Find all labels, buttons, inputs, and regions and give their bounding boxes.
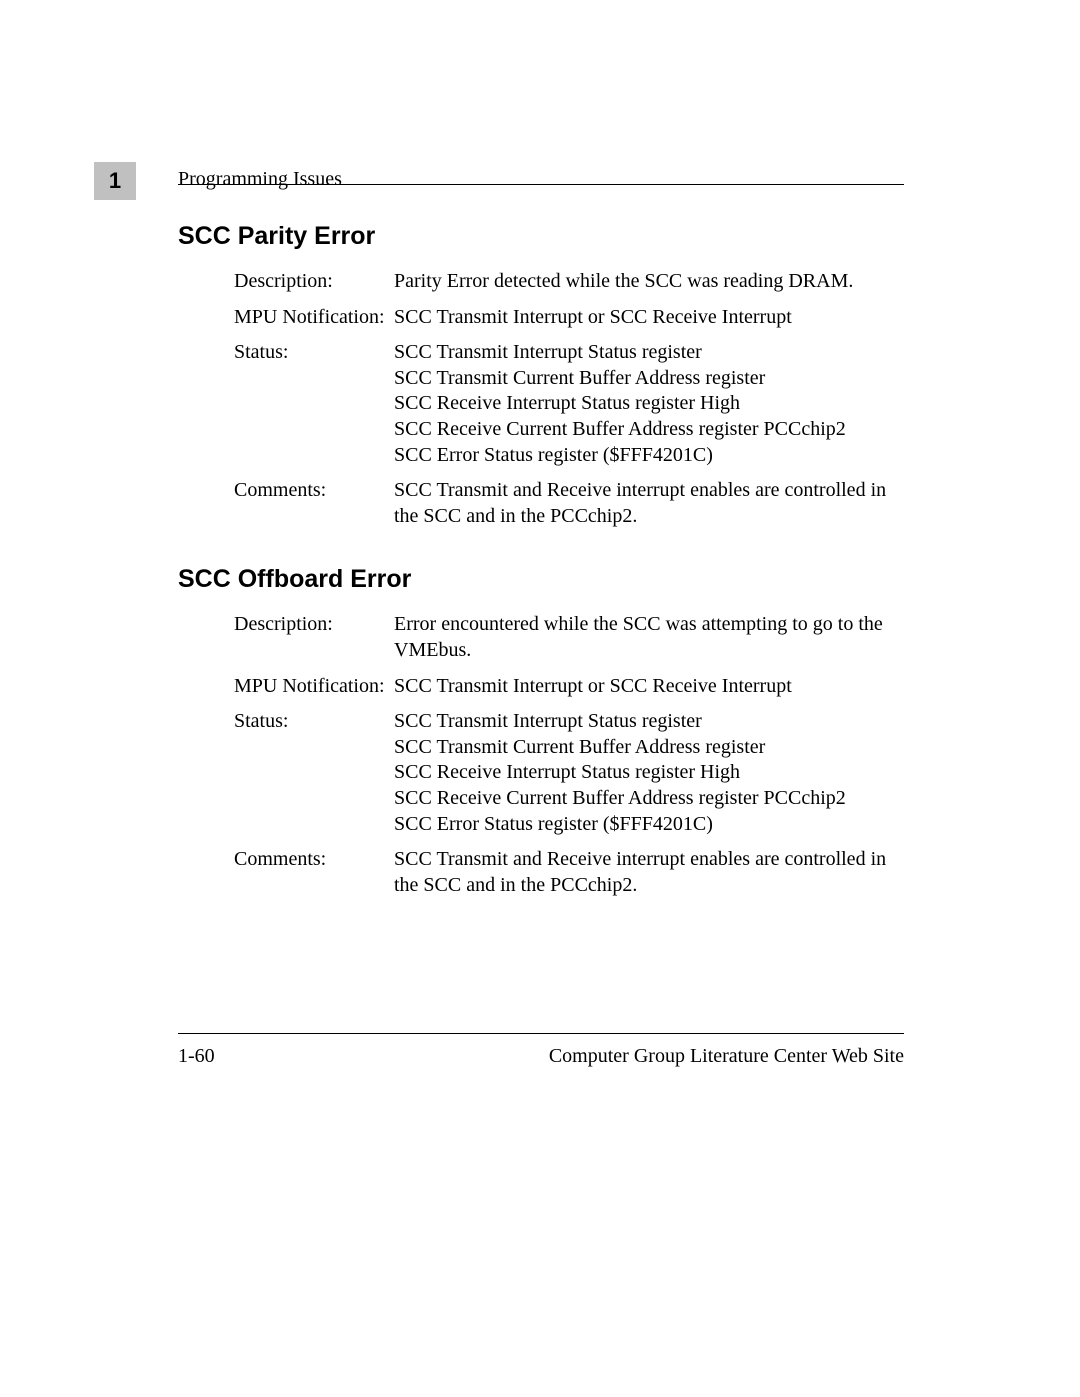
field-label: MPU Notification: [234,674,394,700]
footer-rule [178,1033,904,1034]
value-line: SCC Receive Current Buffer Address regis… [394,417,894,443]
value-line: SCC Error Status register ($FFF4201C) [394,443,894,469]
value-line: SCC Receive Interrupt Status register Hi… [394,391,894,417]
field-value: SCC Transmit Interrupt Status register S… [394,340,894,468]
field-label: Status: [234,340,394,468]
row-comments: Comments: SCC Transmit and Receive inter… [234,478,894,529]
field-value: SCC Transmit Interrupt Status register S… [394,709,894,837]
value-line: SCC Transmit Interrupt Status register [394,709,894,735]
page-number: 1-60 [178,1045,215,1068]
footer-text: Computer Group Literature Center Web Sit… [549,1045,904,1068]
row-mpu-notification: MPU Notification: SCC Transmit Interrupt… [234,674,894,700]
definition-list: Description: Error encountered while the… [234,612,894,898]
field-value: SCC Transmit and Receive interrupt enabl… [394,847,894,898]
value-line: Parity Error detected while the SCC was … [394,269,894,295]
definition-list: Description: Parity Error detected while… [234,269,894,529]
content-area: SCC Parity Error Description: Parity Err… [178,222,904,898]
field-value: Parity Error detected while the SCC was … [394,269,894,295]
value-line: SCC Transmit Interrupt or SCC Receive In… [394,305,894,331]
value-line: SCC Receive Current Buffer Address regis… [394,786,894,812]
value-line: SCC Error Status register ($FFF4201C) [394,812,894,838]
row-description: Description: Error encountered while the… [234,612,894,663]
row-description: Description: Parity Error detected while… [234,269,894,295]
row-status: Status: SCC Transmit Interrupt Status re… [234,709,894,837]
field-label: Description: [234,612,394,663]
section-scc-parity-error: SCC Parity Error Description: Parity Err… [178,222,904,529]
value-line: SCC Transmit and Receive interrupt enabl… [394,847,894,898]
row-comments: Comments: SCC Transmit and Receive inter… [234,847,894,898]
value-line: SCC Transmit Interrupt or SCC Receive In… [394,674,894,700]
section-scc-offboard-error: SCC Offboard Error Description: Error en… [178,565,904,898]
field-value: Error encountered while the SCC was atte… [394,612,894,663]
section-heading: SCC Offboard Error [178,565,904,594]
page: 1 Programming Issues SCC Parity Error De… [0,0,1080,1397]
running-head: Programming Issues [178,168,342,191]
row-mpu-notification: MPU Notification: SCC Transmit Interrupt… [234,305,894,331]
chapter-tab: 1 [94,162,136,200]
field-label: MPU Notification: [234,305,394,331]
header-rule [178,184,904,185]
field-label: Description: [234,269,394,295]
field-label: Comments: [234,478,394,529]
value-line: SCC Receive Interrupt Status register Hi… [394,760,894,786]
field-value: SCC Transmit and Receive interrupt enabl… [394,478,894,529]
value-line: SCC Transmit Interrupt Status register [394,340,894,366]
value-line: SCC Transmit Current Buffer Address regi… [394,366,894,392]
field-label: Comments: [234,847,394,898]
row-status: Status: SCC Transmit Interrupt Status re… [234,340,894,468]
field-value: SCC Transmit Interrupt or SCC Receive In… [394,674,894,700]
field-label: Status: [234,709,394,837]
value-line: SCC Transmit and Receive interrupt enabl… [394,478,894,529]
value-line: SCC Transmit Current Buffer Address regi… [394,735,894,761]
value-line: Error encountered while the SCC was atte… [394,612,894,663]
field-value: SCC Transmit Interrupt or SCC Receive In… [394,305,894,331]
section-heading: SCC Parity Error [178,222,904,251]
